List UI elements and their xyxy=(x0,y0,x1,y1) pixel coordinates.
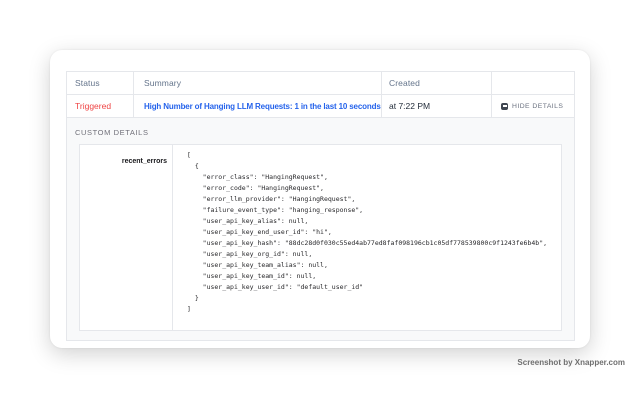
created-cell: at 7:22 PM xyxy=(382,95,492,118)
page-background: { "page": { "watermark": "Screenshot by … xyxy=(0,0,640,416)
status-cell: Triggered xyxy=(67,95,134,118)
details-key-column: recent_errors xyxy=(80,145,173,330)
created-timestamp: at 7:22 PM xyxy=(389,101,430,111)
hide-details-button[interactable]: HIDE DETAILS xyxy=(501,103,563,110)
table-header-row: Status Summary Created xyxy=(67,72,574,95)
recent-errors-json: [ { "error_class": "HangingRequest", "er… xyxy=(187,150,561,315)
custom-details-heading: CUSTOM DETAILS xyxy=(75,128,149,137)
column-header-summary: Summary xyxy=(134,72,382,95)
column-header-actions xyxy=(492,72,574,95)
alert-summary-link[interactable]: High Number of Hanging LLM Requests: 1 i… xyxy=(144,102,382,111)
actions-cell: HIDE DETAILS xyxy=(492,95,574,118)
alert-row: Triggered High Number of Hanging LLM Req… xyxy=(67,95,574,118)
column-header-status: Status xyxy=(67,72,134,95)
custom-details-section: CUSTOM DETAILS recent_errors [ { "error_… xyxy=(67,118,574,340)
summary-cell: High Number of Hanging LLM Requests: 1 i… xyxy=(134,95,382,118)
alerts-table: Status Summary Created Triggered High Nu… xyxy=(66,71,575,341)
hide-details-label: HIDE DETAILS xyxy=(512,103,563,110)
alert-card: Status Summary Created Triggered High Nu… xyxy=(50,50,590,348)
xnapper-watermark: Screenshot by Xnapper.com xyxy=(517,358,625,367)
collapse-minus-icon xyxy=(501,103,508,110)
details-panel: recent_errors [ { "error_class": "Hangin… xyxy=(79,144,562,331)
column-header-created: Created xyxy=(382,72,492,95)
status-badge: Triggered xyxy=(75,101,111,111)
details-field-name: recent_errors xyxy=(122,158,167,165)
details-value-column: [ { "error_class": "HangingRequest", "er… xyxy=(173,145,561,330)
